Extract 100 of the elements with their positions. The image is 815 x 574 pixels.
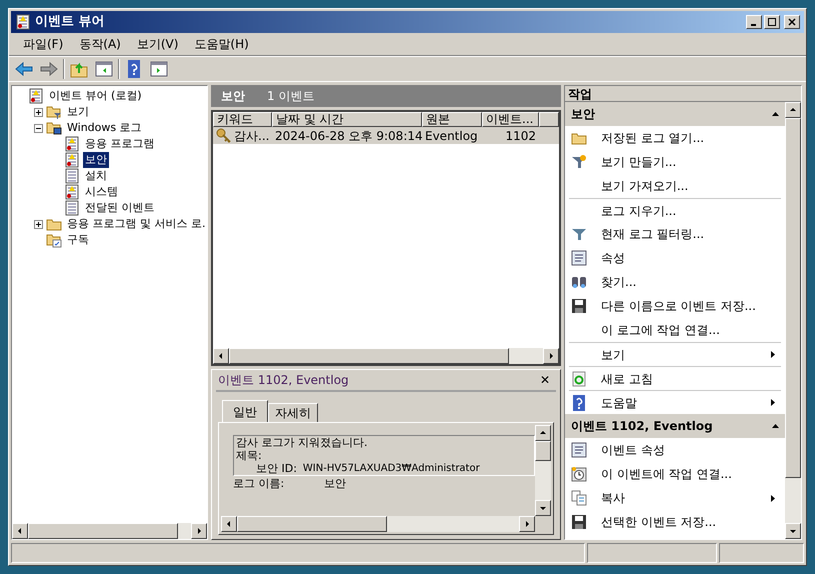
log-icon	[64, 152, 80, 168]
field-value: 보안	[324, 478, 346, 490]
tree-item[interactable]: Windows 로그	[65, 120, 144, 136]
refresh-icon	[571, 370, 587, 386]
filter-icon	[571, 154, 587, 170]
save-icon	[571, 298, 587, 314]
section-header[interactable]: 이벤트 1102, Eventlog	[565, 414, 785, 438]
scroll-up-button[interactable]	[785, 102, 801, 118]
action-item[interactable]: 보기	[569, 342, 781, 366]
action-item[interactable]: 보기 만들기...	[569, 150, 781, 174]
detail-title: 이벤트 1102, Eventlog	[218, 372, 349, 389]
expand-toggle[interactable]	[34, 108, 43, 116]
scroll-thumb[interactable]	[535, 441, 551, 461]
event-row[interactable]: 감사... 2024-06-28 오후 9:08:14 Eventlog 1102	[213, 127, 559, 144]
detail-tab[interactable]: 일반	[222, 400, 268, 422]
collapse-arrow-icon	[772, 424, 779, 428]
action-item[interactable]: 보기 가져오기...	[569, 174, 781, 198]
tree-item[interactable]: 응용 프로그램	[83, 136, 156, 152]
detail-tab[interactable]: 자세히	[268, 403, 318, 422]
save-icon	[571, 514, 587, 530]
scroll-thumb[interactable]	[785, 118, 801, 478]
scroll-right-button[interactable]	[191, 523, 207, 539]
arrow-icon	[16, 527, 24, 535]
expand-toggle[interactable]	[34, 220, 43, 228]
help-icon	[571, 394, 587, 410]
plus-icon	[35, 220, 42, 228]
tree-item[interactable]: 구독	[65, 232, 91, 248]
menu-item[interactable]: 도움말(H)	[188, 35, 255, 53]
binoculars-icon	[571, 274, 587, 290]
action-item[interactable]: 이 로그에 작업 연결...	[569, 318, 781, 342]
tree-item[interactable]: 이벤트 뷰어 (로컬)	[47, 88, 144, 104]
properties-icon	[571, 250, 587, 266]
section-header[interactable]: 보안	[565, 102, 785, 126]
log-icon	[28, 88, 44, 104]
maximize-icon	[768, 18, 776, 26]
plus-icon	[35, 108, 42, 116]
scroll-down-button[interactable]	[785, 523, 801, 539]
column-header[interactable]: 키워드	[213, 112, 272, 127]
column-header[interactable]: 원본	[422, 112, 482, 127]
scroll-left-button[interactable]	[221, 516, 237, 532]
scroll-thumb[interactable]	[237, 516, 387, 532]
close-icon	[788, 18, 796, 26]
scroll-right-button[interactable]	[543, 348, 559, 364]
field-label: 보안 ID:	[256, 462, 297, 475]
close-button[interactable]: ✕	[536, 371, 554, 389]
tree-item[interactable]: 시스템	[83, 184, 120, 200]
action-item[interactable]: 찾기...	[569, 270, 781, 294]
action-item[interactable]: 선택한 이벤트 저장...	[569, 510, 781, 534]
tree-item[interactable]: 응용 프로그램 및 서비스 로.	[65, 216, 208, 232]
description-line: 제목:	[236, 449, 263, 462]
horizontal-scrollbar[interactable]	[213, 348, 559, 364]
tree-item[interactable]: 보기	[65, 104, 91, 120]
menu-item[interactable]: 보기(V)	[130, 35, 184, 53]
folder-filter-icon	[46, 104, 62, 120]
collapse-toggle[interactable]	[34, 124, 43, 132]
table-cell-text: 감사...	[234, 128, 270, 144]
horizontal-scrollbar[interactable]	[12, 523, 207, 539]
log-title: 보안	[221, 88, 245, 105]
arrow-icon	[789, 106, 797, 114]
action-item[interactable]: 현재 로그 필터링...	[569, 222, 781, 246]
log-icon	[64, 184, 80, 200]
action-item[interactable]: 속성	[569, 246, 781, 270]
column-header[interactable]: 날짜 및 시간	[272, 112, 422, 127]
scroll-left-button[interactable]	[213, 348, 229, 364]
column-header[interactable]	[539, 112, 559, 127]
action-item[interactable]: 저장된 로그 열기...	[569, 126, 781, 150]
action-item[interactable]: 다른 이름으로 이벤트 저장...	[569, 294, 781, 318]
scroll-thumb[interactable]	[28, 523, 178, 539]
action-item[interactable]: 이 이벤트에 작업 연결...	[569, 462, 781, 486]
tree-item[interactable]: 전달된 이벤트	[83, 200, 156, 216]
horizontal-scrollbar[interactable]	[221, 516, 535, 532]
scroll-right-button[interactable]	[519, 516, 535, 532]
arrow-icon	[225, 520, 233, 528]
arrow-icon	[195, 527, 203, 535]
action-item[interactable]: 새로 고침	[569, 366, 781, 390]
maximize-button[interactable]	[764, 15, 780, 29]
vertical-scrollbar[interactable]	[785, 102, 801, 539]
scroll-thumb[interactable]	[229, 348, 509, 364]
action-item[interactable]: 로그 지우기...	[569, 198, 781, 222]
menu-item[interactable]: 파일(F)	[17, 35, 70, 53]
menu-item[interactable]: 동작(A)	[73, 35, 127, 53]
tree-item[interactable]: 보안	[83, 152, 109, 168]
close-button[interactable]	[784, 15, 800, 29]
window-title: 이벤트 뷰어	[35, 13, 105, 32]
scroll-left-button[interactable]	[12, 523, 28, 539]
field-label: 로그 이름:	[233, 478, 284, 490]
field-value: WIN-HV57LAXUAD3₩Administrator	[302, 462, 480, 475]
tree-item[interactable]: 설치	[83, 168, 109, 184]
folder-subscription-icon	[46, 232, 62, 248]
scroll-down-button[interactable]	[535, 500, 551, 516]
submenu-arrow-icon	[771, 399, 775, 406]
scroll-up-button[interactable]	[535, 425, 551, 441]
key-icon	[216, 128, 232, 144]
properties-icon	[571, 442, 587, 458]
table-cell-text: Eventlog	[425, 128, 478, 144]
minimize-button[interactable]	[746, 15, 762, 29]
action-item[interactable]: 이벤트 속성	[569, 438, 781, 462]
action-item[interactable]: 복사	[569, 486, 781, 510]
column-header[interactable]: 이벤트...	[482, 112, 539, 127]
vertical-scrollbar[interactable]	[535, 425, 551, 516]
